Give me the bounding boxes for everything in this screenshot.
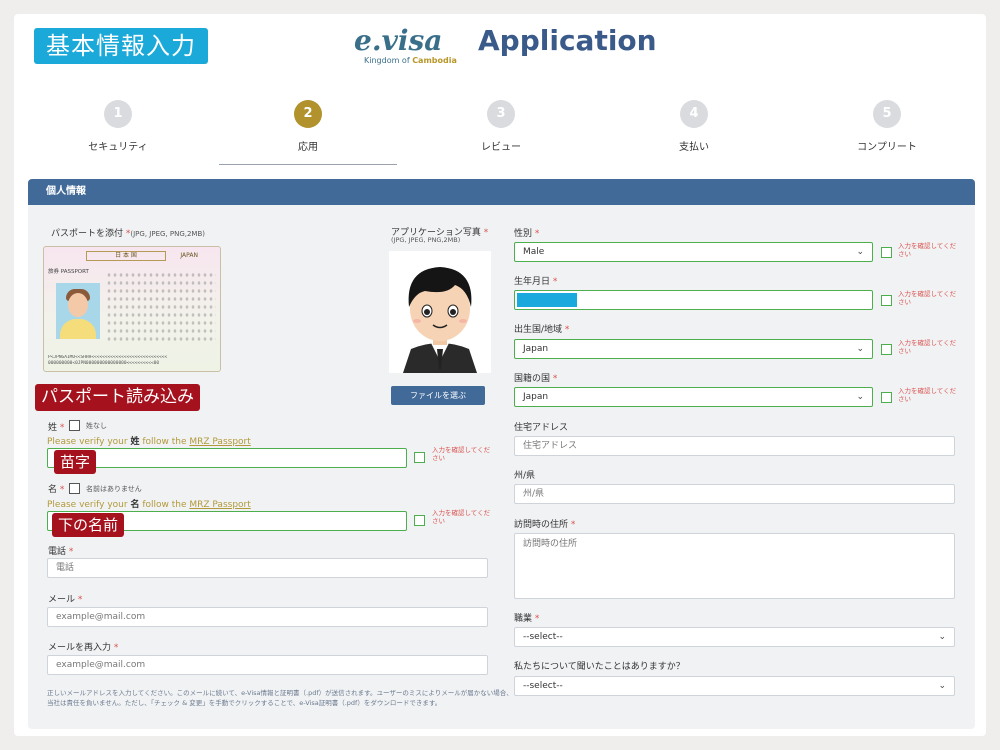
surname-verify-checkbox[interactable] <box>414 452 425 463</box>
occupation-select[interactable]: --select-- ⌄ <box>514 627 955 647</box>
nationality-verify-checkbox[interactable] <box>881 392 892 403</box>
given-name-tag: 下の名前 <box>52 513 125 537</box>
no-surname-label: 姓なし <box>86 422 107 430</box>
phone-label: 電話 * <box>48 547 74 557</box>
gender-select[interactable]: Male ⌄ <box>514 242 873 262</box>
address-input[interactable]: 住宅アドレス <box>514 436 955 456</box>
gender-value: Male <box>523 247 545 257</box>
logo-mark: e.visa <box>354 24 443 57</box>
occupation-value: --select-- <box>523 632 563 642</box>
birth-country-verify-label: 入力を確認してください <box>898 339 957 355</box>
birth-country-select[interactable]: Japan ⌄ <box>514 339 873 359</box>
step-number: 5 <box>873 100 901 128</box>
state-input[interactable]: 州/県 <box>514 484 955 504</box>
page-title: Application <box>478 24 657 57</box>
step-number: 2 <box>294 100 322 128</box>
visit-address-input[interactable] <box>514 533 955 599</box>
chevron-down-icon: ⌄ <box>938 632 946 642</box>
phone-input[interactable]: 電話 <box>47 558 488 578</box>
step-payment[interactable]: 4 支払い <box>634 100 754 153</box>
passport-header: 日 本 国 <box>86 251 166 261</box>
passport-type: 旅券 PASSPORT <box>48 269 89 275</box>
chevron-down-icon: ⌄ <box>938 681 946 691</box>
nationality-select[interactable]: Japan ⌄ <box>514 387 873 407</box>
surname-hint: Please verify your 姓 follow the MRZ Pass… <box>47 437 251 447</box>
given-name-label: 名 * <box>48 485 65 495</box>
step-number: 4 <box>680 100 708 128</box>
surname-input[interactable] <box>47 448 407 468</box>
avatar-illustration <box>389 251 491 373</box>
email-input[interactable]: example@mail.com <box>47 607 488 627</box>
email-confirm-label: メールを再入力 * <box>48 643 119 653</box>
passport-photo <box>56 283 100 339</box>
nationality-verify-label: 入力を確認してください <box>898 387 957 403</box>
email-note: 正しいメールアドレスを入力してください。このメールに続いて、e-Visa情報と証… <box>47 689 513 707</box>
step-review[interactable]: 3 レビュー <box>441 100 561 153</box>
step-application[interactable]: 2 応用 <box>248 100 368 153</box>
applicant-photo <box>389 251 491 373</box>
passport-fields <box>106 271 216 341</box>
gender-verify-checkbox[interactable] <box>881 247 892 258</box>
basic-info-tag: 基本情報入力 <box>34 28 208 64</box>
step-label: 支払い <box>679 142 709 153</box>
nationality-label: 国籍の国 * <box>514 374 558 384</box>
logo-subtitle: Kingdom of Cambodia <box>364 56 457 65</box>
address-label: 住宅アドレス <box>514 423 569 433</box>
surname-tag: 苗字 <box>54 450 97 474</box>
photo-format: (JPG, JPEG, PNG,2MB) <box>391 236 461 244</box>
chevron-down-icon: ⌄ <box>856 344 864 354</box>
heard-about-value: --select-- <box>523 681 563 691</box>
step-label: セキュリティ <box>88 142 148 153</box>
chevron-down-icon: ⌄ <box>856 392 864 402</box>
surname-verify-label: 入力を確認してください <box>432 446 491 462</box>
passport-image[interactable]: 日 本 国 JAPAN 旅券 PASSPORT P<JPNGAIMU<<SHHH… <box>43 246 221 372</box>
step-label: レビュー <box>481 142 521 153</box>
given-name-hint: Please verify your 名 follow the MRZ Pass… <box>47 500 251 510</box>
occupation-label: 職業 * <box>514 614 540 624</box>
step-number: 3 <box>487 100 515 128</box>
step-label: 応用 <box>298 142 318 153</box>
dob-label: 生年月日 * <box>514 277 558 287</box>
section-title: 個人情報 <box>28 179 975 205</box>
surname-label: 姓 * <box>48 423 65 433</box>
no-surname-checkbox[interactable] <box>69 420 80 431</box>
passport-attach-label: パスポートを添付 *(JPG, JPEG, PNG,2MB) <box>51 229 205 239</box>
progress-stepper: 1 セキュリティ 2 応用 3 レビュー 4 支払い 5 コンプリート <box>14 100 986 170</box>
dob-verify-checkbox[interactable] <box>881 295 892 306</box>
step-number: 1 <box>104 100 132 128</box>
state-label: 州/県 <box>514 471 536 481</box>
email-confirm-input[interactable]: example@mail.com <box>47 655 488 675</box>
given-name-verify-label: 入力を確認してください <box>432 509 491 525</box>
no-given-name-label: 名前はありません <box>86 485 142 493</box>
gender-verify-label: 入力を確認してください <box>898 242 957 258</box>
passport-mrz: P<JPNGAIMU<<SHHH<<<<<<<<<<<<<<<<<<<<<<<<… <box>48 355 168 366</box>
passport-read-tag: パスポート読み込み <box>35 384 200 411</box>
dob-verify-label: 入力を確認してください <box>898 290 957 306</box>
step-label: コンプリート <box>857 142 917 153</box>
step-security[interactable]: 1 セキュリティ <box>58 100 178 153</box>
given-name-verify-checkbox[interactable] <box>414 515 425 526</box>
chevron-down-icon: ⌄ <box>856 247 864 257</box>
step-complete[interactable]: 5 コンプリート <box>827 100 947 153</box>
birth-country-value: Japan <box>523 344 549 354</box>
birth-country-verify-checkbox[interactable] <box>881 344 892 355</box>
nationality-value: Japan <box>523 392 549 402</box>
choose-file-button[interactable]: ファイルを選ぶ <box>391 386 485 405</box>
birth-country-label: 出生国/地域 * <box>514 325 570 335</box>
passport-country: JAPAN <box>180 252 198 259</box>
dob-redaction <box>517 293 577 307</box>
evisa-logo: e.visa Kingdom of Cambodia <box>352 24 464 68</box>
visit-address-label: 訪問時の住所 * <box>514 520 576 530</box>
heard-about-label: 私たちについて聞いたことはありますか？ <box>514 662 685 672</box>
no-given-name-checkbox[interactable] <box>69 483 80 494</box>
active-step-underline <box>219 164 397 165</box>
gender-label: 性別 * <box>514 229 540 239</box>
email-label: メール * <box>48 595 83 605</box>
heard-about-select[interactable]: --select-- ⌄ <box>514 676 955 696</box>
